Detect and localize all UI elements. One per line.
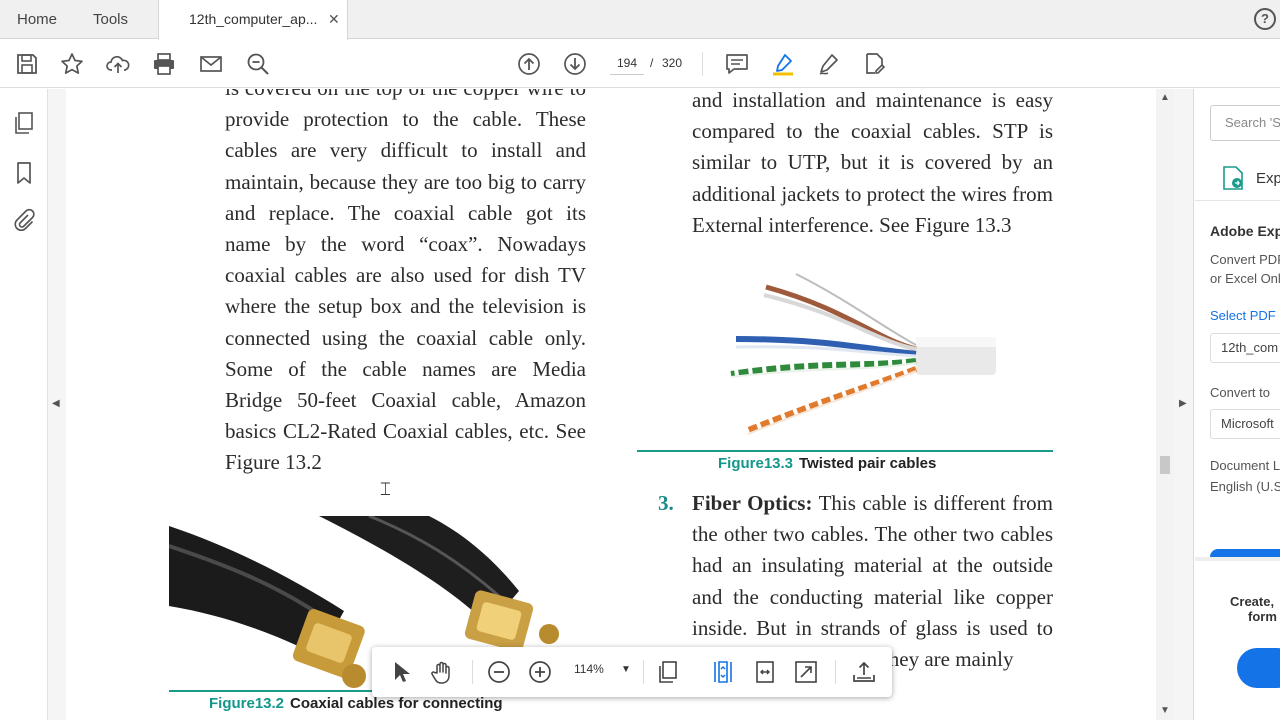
left-column-text: is covered on the top of the copper wire… bbox=[225, 89, 586, 475]
figure-13-3-label: Figure13.3 bbox=[718, 455, 794, 472]
tab-document-title: 12th_computer_ap... bbox=[189, 11, 318, 27]
create-promo-line2: form bbox=[1248, 609, 1277, 624]
right-pane-toggle[interactable]: ▶ bbox=[1174, 89, 1194, 720]
zoom-out-icon[interactable] bbox=[486, 659, 512, 685]
floating-view-toolbar: 114% ▼ bbox=[372, 647, 892, 697]
tab-tools[interactable]: Tools bbox=[93, 0, 128, 39]
figure-13-2-label: Figure13.2 bbox=[209, 695, 285, 712]
twisted-pair-cables-image bbox=[726, 269, 1006, 439]
caret-left-icon: ◀ bbox=[52, 398, 60, 409]
panel-desc-line2: or Excel Onl bbox=[1210, 271, 1280, 286]
help-icon[interactable]: ? bbox=[1254, 8, 1276, 30]
hand-tool-icon[interactable] bbox=[429, 659, 455, 685]
close-tab-icon[interactable]: ✕ bbox=[328, 0, 340, 39]
figure-13-3-rule bbox=[637, 450, 1053, 452]
floating-divider bbox=[835, 660, 836, 684]
scroll-down-icon[interactable]: ▼ bbox=[1160, 705, 1170, 716]
text-cursor-icon: ⌶ bbox=[380, 479, 391, 499]
fiber-optics-title: Fiber Optics: bbox=[692, 491, 813, 515]
zoom-in-icon[interactable] bbox=[527, 659, 553, 685]
attachment-icon[interactable] bbox=[11, 207, 37, 233]
vertical-scrollbar[interactable]: ▲ ▼ bbox=[1156, 89, 1174, 720]
select-pdf-label[interactable]: Select PDF F bbox=[1210, 308, 1280, 323]
panel-desc-line1: Convert PDF bbox=[1210, 252, 1280, 267]
left-navigation-rail bbox=[0, 89, 48, 720]
figure-13-2-title: Coaxial cables for connecting bbox=[290, 695, 503, 712]
full-screen-icon[interactable] bbox=[793, 659, 819, 685]
document-language-label: Document L bbox=[1210, 458, 1280, 473]
previous-page-icon[interactable] bbox=[516, 51, 542, 77]
panel-separator bbox=[1195, 557, 1280, 561]
panel-divider bbox=[1195, 200, 1280, 201]
print-icon[interactable] bbox=[151, 51, 177, 77]
email-icon[interactable] bbox=[198, 51, 224, 77]
tab-bar: Home Tools 12th_computer_ap... ✕ ? bbox=[0, 0, 1280, 40]
convert-format-select[interactable]: Microsoft bbox=[1210, 409, 1280, 439]
export-pdf-icon[interactable] bbox=[1222, 165, 1244, 191]
draw-pen-icon[interactable] bbox=[816, 51, 842, 77]
zoom-out-search-icon[interactable] bbox=[245, 51, 271, 77]
convert-button[interactable] bbox=[1210, 549, 1280, 557]
tools-search-input[interactable]: Search 'S bbox=[1210, 105, 1280, 141]
fill-sign-icon[interactable] bbox=[862, 51, 888, 77]
document-page: is covered on the top of the copper wire… bbox=[66, 89, 1156, 720]
panel-heading: Adobe Exp bbox=[1210, 223, 1280, 239]
select-pointer-icon[interactable] bbox=[388, 659, 414, 685]
export-pdf-label[interactable]: Exp bbox=[1256, 170, 1280, 187]
fiber-optics-text: This cable is different from the other t… bbox=[692, 491, 1053, 672]
selected-file-field[interactable]: 12th_com bbox=[1210, 333, 1280, 363]
page-total: 320 bbox=[662, 56, 683, 70]
caret-right-icon: ▶ bbox=[1179, 398, 1187, 409]
left-pane-toggle[interactable]: ◀ bbox=[48, 89, 66, 720]
figure-13-3-title: Twisted pair cables bbox=[799, 455, 937, 472]
share-upload-icon[interactable] bbox=[851, 659, 877, 685]
bookmark-icon[interactable] bbox=[11, 160, 37, 186]
figure-13-2-caption: Figure13.2 Coaxial cables for connecting bbox=[209, 695, 503, 712]
convert-to-label: Convert to bbox=[1210, 385, 1270, 400]
toolbar-divider bbox=[702, 52, 703, 76]
scroll-up-icon[interactable]: ▲ bbox=[1160, 92, 1170, 103]
tab-document[interactable]: 12th_computer_ap... ✕ bbox=[158, 0, 348, 40]
page-thumbnails-icon[interactable] bbox=[11, 110, 37, 136]
floating-divider bbox=[472, 660, 473, 684]
fit-width-icon[interactable] bbox=[752, 659, 778, 685]
highlighter-icon[interactable] bbox=[770, 51, 796, 77]
next-page-icon[interactable] bbox=[562, 51, 588, 77]
list-number-3: 3. bbox=[658, 491, 674, 515]
floating-divider bbox=[643, 660, 644, 684]
create-promo-button[interactable] bbox=[1237, 648, 1280, 688]
scrollbar-thumb[interactable] bbox=[1160, 456, 1170, 474]
document-language-value[interactable]: English (U.S bbox=[1210, 479, 1280, 494]
page-separator: / bbox=[650, 56, 654, 70]
zoom-dropdown-caret-icon[interactable]: ▼ bbox=[621, 664, 631, 675]
right-column-text: and installation and maintenance is easy… bbox=[692, 89, 1053, 237]
figure-13-3-caption: Figure13.3 Twisted pair cables bbox=[718, 455, 936, 472]
zoom-level-select[interactable]: 114% bbox=[574, 662, 604, 676]
page-number-input[interactable]: 194 bbox=[610, 51, 644, 75]
fit-page-icon[interactable] bbox=[710, 659, 736, 685]
page-display-icon[interactable] bbox=[655, 659, 681, 685]
create-promo-line1: Create, bbox=[1230, 594, 1275, 609]
tab-home[interactable]: Home bbox=[17, 0, 57, 39]
save-icon[interactable] bbox=[14, 51, 40, 77]
cloud-upload-icon[interactable] bbox=[105, 51, 131, 77]
right-tools-panel: Search 'S Exp Adobe Exp Convert PDF or E… bbox=[1195, 89, 1280, 720]
star-icon[interactable] bbox=[59, 51, 85, 77]
comment-icon[interactable] bbox=[724, 51, 750, 77]
